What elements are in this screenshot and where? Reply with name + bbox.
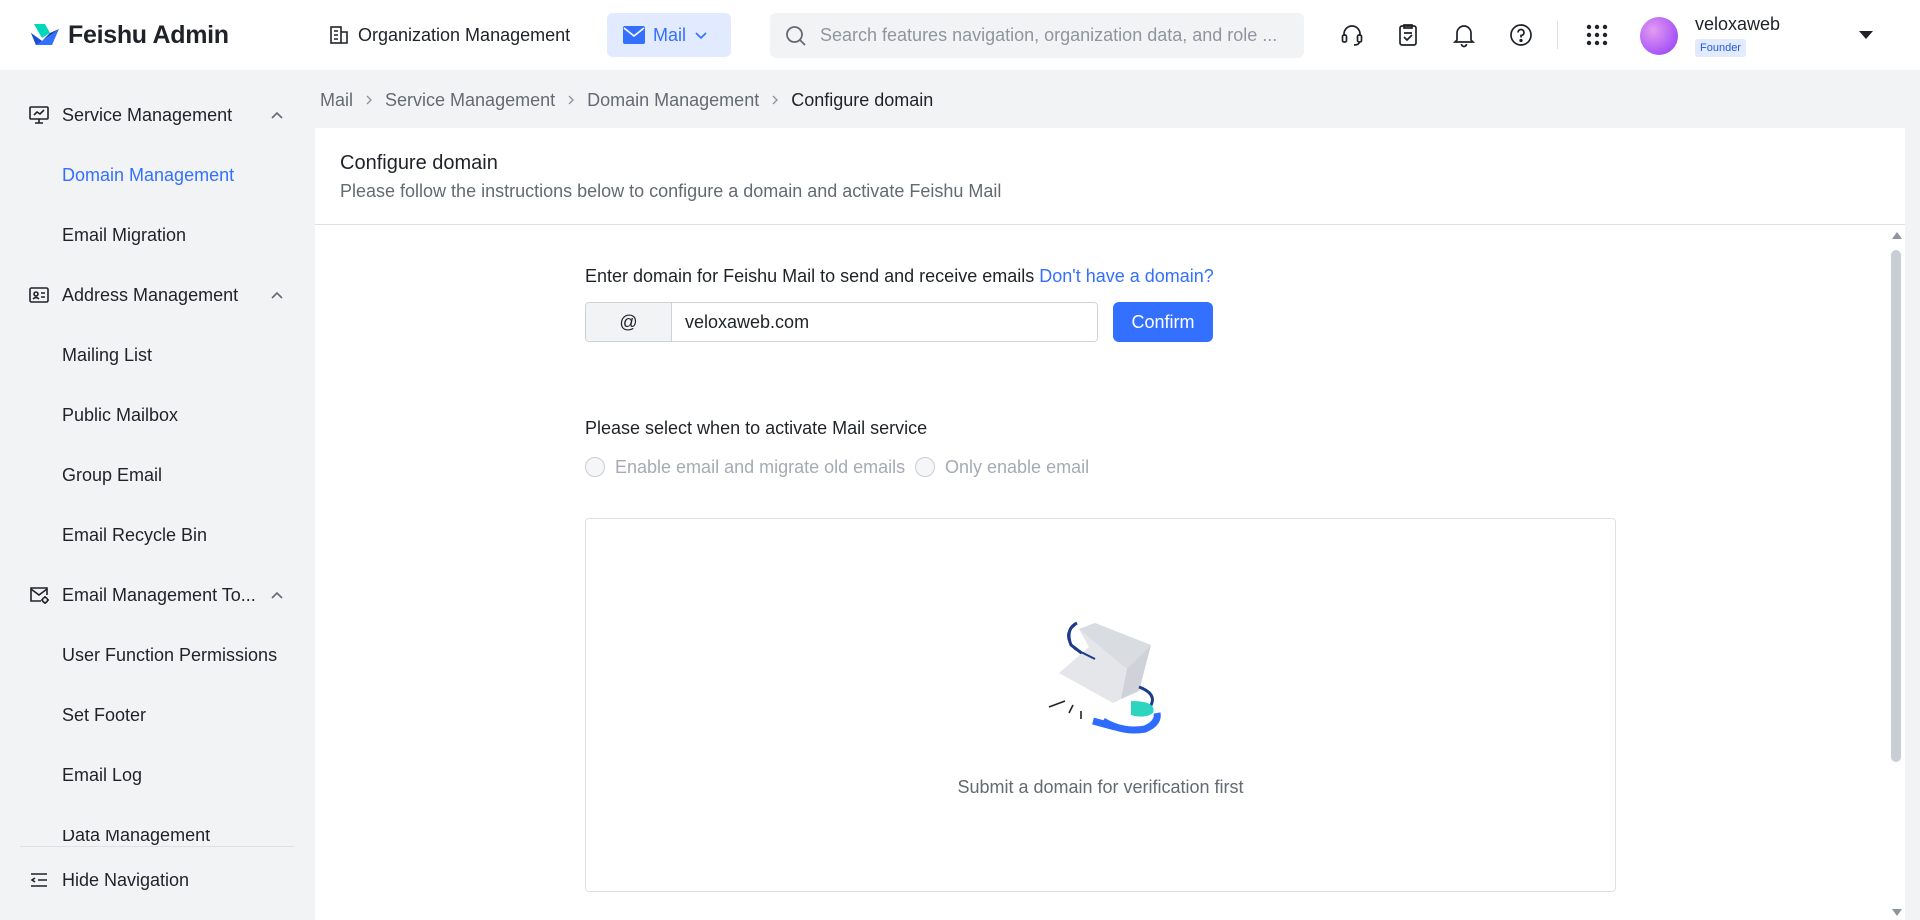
bell-icon — [1452, 25, 1476, 48]
sidebar-item-user-function-permissions[interactable]: User Function Permissions — [0, 630, 314, 680]
empty-state-text: Submit a domain for verification first — [957, 777, 1244, 797]
feishu-logo-icon — [31, 24, 59, 45]
chevron-up-icon — [271, 591, 283, 599]
mail-settings-icon — [30, 587, 49, 604]
grid-icon — [1586, 24, 1608, 46]
sidebar-group-label: Service Management — [62, 104, 233, 125]
sidebar-group-email-management-tools[interactable]: Email Management To... — [0, 570, 314, 620]
radio-label: Enable email and migrate old emails — [615, 456, 906, 477]
hide-navigation-label: Hide Navigation — [62, 869, 190, 890]
at-prefix: @ — [586, 303, 672, 341]
sidebar-group-address-management[interactable]: Address Management — [0, 270, 314, 320]
chevron-down-icon — [695, 32, 707, 40]
search-input[interactable] — [820, 25, 1280, 46]
empty-state-illustration — [1048, 621, 1161, 734]
monitor-icon — [29, 106, 49, 124]
organization-management-label: Organization Management — [358, 24, 571, 45]
sidebar-item-public-mailbox[interactable]: Public Mailbox — [0, 390, 314, 440]
hide-navigation-button[interactable]: Hide Navigation — [28, 860, 189, 900]
organization-management-link[interactable]: Organization Management — [328, 22, 570, 48]
scroll-thumb[interactable] — [1891, 250, 1901, 762]
radio-only-enable[interactable]: Only enable email — [915, 455, 1089, 479]
contact-card-icon — [29, 287, 49, 303]
breadcrumb-domain-management[interactable]: Domain Management — [587, 90, 759, 111]
sidebar-item-email-recycle-bin[interactable]: Email Recycle Bin — [0, 510, 314, 560]
radio-circle[interactable] — [585, 457, 605, 477]
user-name[interactable]: veloxaweb — [1695, 14, 1780, 35]
sidebar-item-set-footer[interactable]: Set Footer — [0, 690, 314, 740]
caret-down-icon[interactable] — [1858, 28, 1874, 42]
sidebar-item-data-management[interactable]: Data Management — [0, 830, 314, 860]
help-button[interactable] — [1506, 20, 1536, 50]
sidebar-group-service-management[interactable]: Service Management — [0, 90, 314, 140]
notifications-button[interactable] — [1449, 20, 1479, 50]
scroll-up-arrow-icon[interactable] — [1892, 232, 1902, 239]
topbar-divider — [1557, 21, 1558, 49]
domain-input[interactable] — [672, 303, 1097, 341]
mail-envelope-icon — [623, 26, 645, 44]
chevron-right-icon — [568, 95, 575, 105]
sidebar: Service Management Domain Management Ema… — [0, 70, 314, 920]
mail-tab-label: Mail — [653, 24, 687, 45]
scroll-down-arrow-icon[interactable] — [1892, 909, 1902, 916]
mail-app-switcher[interactable]: Mail — [607, 13, 731, 57]
sidebar-item-group-email[interactable]: Group Email — [0, 450, 314, 500]
help-circle-icon — [1510, 24, 1532, 46]
breadcrumb-current: Configure domain — [791, 89, 934, 110]
breadcrumb: Mail Service Management Domain Managemen… — [320, 88, 933, 112]
sidebar-divider — [20, 846, 294, 847]
radio-label: Only enable email — [945, 456, 1090, 477]
brand[interactable]: Feishu Admin — [28, 20, 229, 50]
collapse-menu-icon — [30, 873, 47, 887]
domain-prompt-text: Enter domain for Feishu Mail to send and… — [585, 266, 1035, 286]
page-title: Configure domain — [340, 152, 498, 174]
page-subtitle: Please follow the instructions below to … — [340, 181, 1002, 201]
radio-enable-and-migrate[interactable]: Enable email and migrate old emails — [585, 455, 905, 479]
app-launcher-button[interactable] — [1582, 20, 1612, 50]
sidebar-group-label: Email Management To... — [62, 584, 256, 605]
empty-state-box: Submit a domain for verification first — [585, 518, 1616, 892]
role-badge: Founder — [1695, 39, 1746, 57]
chevron-right-icon — [772, 95, 779, 105]
chevron-right-icon — [366, 95, 373, 105]
brand-name: Feishu Admin — [68, 20, 229, 49]
confirm-button[interactable]: Confirm — [1113, 302, 1213, 342]
main-panel: Configure domain Please follow the instr… — [315, 128, 1905, 920]
domain-prompt: Enter domain for Feishu Mail to send and… — [585, 266, 1214, 287]
domain-field: @ — [585, 302, 1098, 342]
chevron-up-icon — [271, 291, 283, 299]
no-domain-link[interactable]: Don't have a domain? — [1039, 266, 1214, 286]
content-scroll-area: Enter domain for Feishu Mail to send and… — [315, 226, 1905, 920]
sidebar-item-domain-management[interactable]: Domain Management — [0, 150, 314, 200]
avatar[interactable] — [1640, 17, 1678, 55]
building-icon — [330, 26, 348, 44]
sidebar-item-email-migration[interactable]: Email Migration — [0, 210, 314, 260]
activate-label: Please select when to activate Mail serv… — [585, 418, 928, 438]
sidebar-item-mailing-list[interactable]: Mailing List — [0, 330, 314, 380]
search-icon — [786, 25, 806, 46]
headset-icon — [1341, 25, 1363, 46]
tasks-button[interactable] — [1393, 20, 1423, 50]
global-search[interactable] — [770, 13, 1304, 58]
sidebar-group-label: Address Management — [62, 284, 239, 305]
top-bar: Feishu Admin Organization Management Mai… — [0, 0, 1920, 70]
breadcrumb-service-management[interactable]: Service Management — [385, 90, 555, 111]
panel-header: Configure domain Please follow the instr… — [315, 128, 1905, 225]
clipboard-check-icon — [1399, 24, 1417, 46]
breadcrumb-mail[interactable]: Mail — [320, 90, 353, 111]
chevron-up-icon — [271, 111, 283, 119]
radio-circle[interactable] — [915, 457, 935, 477]
customer-service-button[interactable] — [1337, 20, 1367, 50]
vertical-scrollbar[interactable] — [1889, 228, 1903, 918]
sidebar-item-email-log[interactable]: Email Log — [0, 750, 314, 800]
